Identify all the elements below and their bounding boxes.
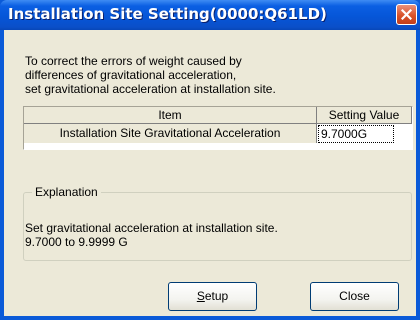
description-line: set gravitational acceleration at instal… (25, 82, 276, 96)
description-line: differences of gravitational acceleratio… (25, 68, 237, 82)
description-text: To correct the errors of weight caused b… (25, 54, 276, 96)
explanation-legend: Explanation (32, 185, 101, 199)
dialog-window: Installation Site Setting(0000:Q61LD) To… (0, 0, 420, 320)
title-bar[interactable]: Installation Site Setting(0000:Q61LD) (0, 0, 420, 30)
explanation-text: Set gravitational acceleration at instal… (25, 221, 278, 249)
gravitational-acceleration-input[interactable]: 9.7000G (318, 125, 394, 143)
setup-button[interactable]: Setup (168, 282, 257, 311)
table-row-item-label: Installation Site Gravitational Accelera… (24, 124, 317, 143)
window-close-button[interactable] (396, 4, 417, 25)
setup-button-accesskey: S (196, 289, 205, 303)
window-title: Installation Site Setting(0000:Q61LD) (8, 5, 327, 23)
column-header-setting-value[interactable]: Setting Value (317, 107, 412, 124)
close-icon (401, 9, 412, 20)
close-button[interactable]: Close (310, 282, 399, 311)
explanation-line: Set gravitational acceleration at instal… (25, 221, 278, 235)
column-header-item[interactable]: Item (24, 107, 317, 124)
setup-button-label: etup (204, 289, 229, 303)
settings-table: Item Setting Value Installation Site Gra… (23, 106, 413, 150)
explanation-line: 9.7000 to 9.9999 G (25, 235, 128, 249)
description-line: To correct the errors of weight caused b… (25, 54, 242, 68)
